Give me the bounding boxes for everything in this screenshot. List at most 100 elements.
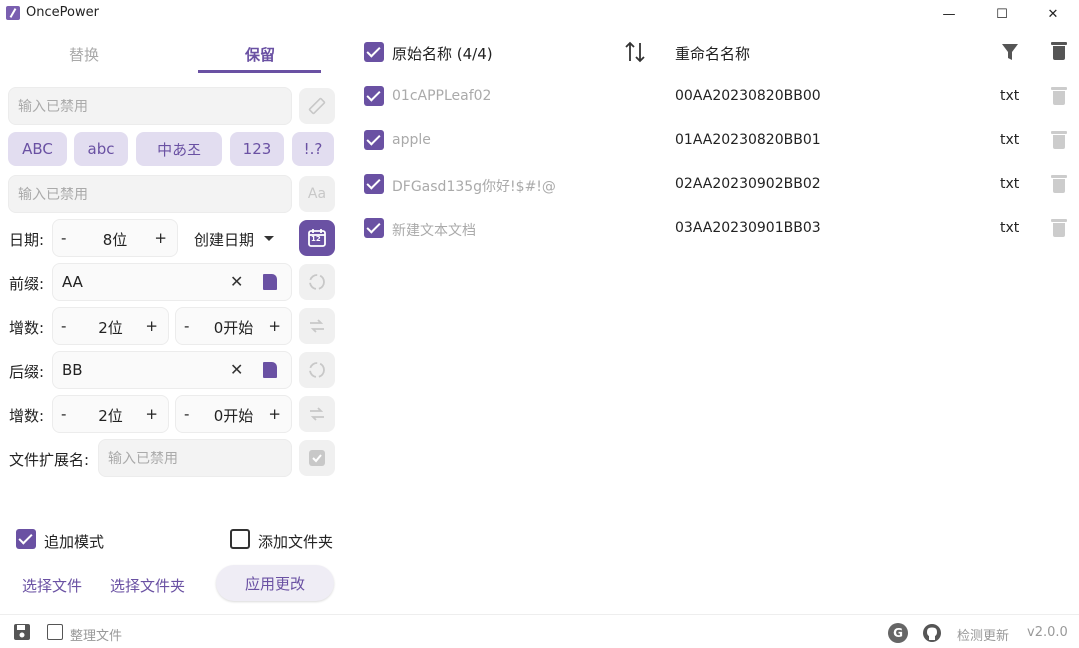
extension-confirm-button[interactable] [299,440,335,476]
apply-changes-button[interactable]: 应用更改 [216,565,334,601]
add-folder-checkbox[interactable] [230,529,250,549]
row-checkbox[interactable] [364,130,384,150]
clear-suffix-button[interactable]: ✕ [230,360,243,379]
insert-file-icon[interactable] [263,274,277,290]
ruler-button[interactable] [299,88,335,124]
app-logo-icon [6,6,20,20]
swap-icon [310,407,324,421]
filter-icon[interactable] [1001,43,1019,61]
add-folder-label: 添加文件夹 [258,533,334,551]
row-delete-trash-icon[interactable] [1051,87,1067,105]
increment-start-stepper-2[interactable]: - 0开始 + [175,395,292,433]
filter-digits[interactable]: 123 [230,132,284,166]
increment-label-1: 增数: [9,319,45,337]
filter-cjk[interactable]: 中あ조 [136,132,222,166]
filter-uppercase[interactable]: ABC [8,132,67,166]
clear-prefix-button[interactable]: ✕ [230,272,243,291]
calendar-button[interactable]: 12 [299,220,335,256]
select-folder-button[interactable]: 选择文件夹 [110,575,185,596]
row-original-name: 新建文本文档 [392,223,476,239]
row-delete-trash-icon[interactable] [1051,175,1067,193]
original-name-header: 原始名称 (4/4) [392,45,493,63]
chevron-down-icon[interactable] [263,235,275,243]
extension-input[interactable]: 输入已禁用 [98,439,292,477]
row-renamed-name: 00AA20230820BB00 [675,88,821,104]
calendar-day: 12 [311,235,321,243]
refresh-icon [309,362,325,378]
date-label: 日期: [9,231,45,249]
increment-button[interactable]: + [268,317,281,335]
row-extension: txt [1000,176,1020,192]
swap-order-button-1[interactable] [299,308,335,344]
github-icon[interactable] [922,623,942,643]
suffix-value: BB [62,361,83,379]
row-checkbox[interactable] [364,174,384,194]
suffix-label: 后缀: [9,363,45,381]
suffix-input[interactable]: BB ✕ [52,351,292,389]
status-bar: 整理文件 G 检测更新 v2.0.0 [0,614,1079,648]
renamed-name-header: 重命名名称 [675,45,751,63]
row-original-name: apple [392,132,431,148]
select-files-button[interactable]: 选择文件 [22,575,82,596]
tab-replace[interactable]: 替换 [22,34,146,74]
clear-all-trash-icon[interactable] [1051,42,1067,60]
row-delete-trash-icon[interactable] [1051,131,1067,149]
append-mode-label: 追加模式 [44,533,105,551]
increment-digits-stepper-1[interactable]: - 2位 + [52,307,169,345]
close-button[interactable]: ✕ [1030,2,1076,26]
sort-icon[interactable] [624,40,646,64]
row-original-name: DFGasd135g你好!$#!@ [392,179,556,195]
check-square-icon [309,450,325,466]
save-icon[interactable] [13,623,31,641]
organize-files-checkbox[interactable] [47,624,63,640]
increment-start-stepper-1[interactable]: - 0开始 + [175,307,292,345]
case-toggle-button[interactable]: Aa [299,176,335,212]
minimize-button[interactable]: — [926,2,972,26]
swap-icon [310,319,324,333]
prefix-input[interactable]: AA ✕ [52,263,292,301]
increment-button[interactable]: + [154,229,167,247]
select-all-checkbox[interactable] [364,42,384,62]
filter-symbols[interactable]: !.? [292,132,334,166]
row-extension: txt [1000,88,1020,104]
app-title: OncePower [26,5,99,20]
check-update-button[interactable]: 检测更新 [957,625,1009,644]
tab-keep[interactable]: 保留 [198,34,322,74]
ruler-icon [308,97,326,115]
date-digits-stepper[interactable]: - 8位 + [52,219,178,257]
row-checkbox[interactable] [364,218,384,238]
insert-file-icon[interactable] [263,362,277,378]
increment-digits-stepper-2[interactable]: - 2位 + [52,395,169,433]
refresh-prefix-button[interactable] [299,264,335,300]
increment-button[interactable]: + [268,405,281,423]
refresh-icon [309,274,325,290]
row-extension: txt [1000,132,1020,148]
keep-input[interactable]: 输入已禁用 [8,87,292,125]
prefix-value: AA [62,273,83,291]
increment-button[interactable]: + [145,405,158,423]
filter-lowercase[interactable]: abc [74,132,128,166]
active-tab-indicator [198,70,321,73]
increment-button[interactable]: + [145,317,158,335]
keep-input-2[interactable]: 输入已禁用 [8,175,292,213]
organize-files-label: 整理文件 [70,629,123,644]
append-mode-checkbox[interactable] [16,529,36,549]
row-checkbox[interactable] [364,86,384,106]
row-delete-trash-icon[interactable] [1051,219,1067,237]
refresh-suffix-button[interactable] [299,352,335,388]
row-renamed-name: 03AA20230901BB03 [675,220,821,236]
increment-label-2: 增数: [9,407,45,425]
title-bar: OncePower — ☐ ✕ [0,0,1079,28]
row-renamed-name: 02AA20230902BB02 [675,176,821,192]
maximize-button[interactable]: ☐ [979,2,1025,26]
swap-order-button-2[interactable] [299,396,335,432]
extension-label: 文件扩展名: [9,451,90,469]
row-renamed-name: 01AA20230820BB01 [675,132,821,148]
gitee-icon[interactable]: G [888,623,908,643]
row-extension: txt [1000,220,1020,236]
prefix-label: 前缀: [9,275,45,293]
row-original-name: 01cAPPLeaf02 [392,88,492,104]
version-label: v2.0.0 [1027,625,1068,640]
date-type-select[interactable]: 创建日期 [194,229,254,250]
gitee-glyph: G [893,626,903,640]
